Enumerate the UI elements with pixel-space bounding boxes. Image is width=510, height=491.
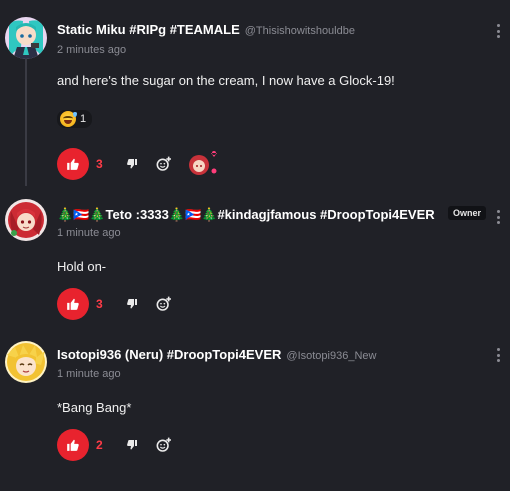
display-name[interactable]: 🎄🇵🇷🎄Teto :3333🎄🇵🇷🎄#kindagjfamous #DroopT…	[57, 207, 435, 223]
like-count: 3	[96, 157, 103, 171]
thumbs-down-icon	[127, 299, 137, 309]
thumbs-down-icon	[127, 440, 137, 450]
dislike-button[interactable]	[124, 156, 140, 172]
comment-actions: 3	[57, 288, 173, 320]
more-vertical-icon	[496, 210, 500, 213]
display-name[interactable]: Isotopi936 (Neru) #DroopTopi4EVER	[57, 347, 281, 362]
comment-actions: 2	[57, 429, 173, 461]
thumbs-down-icon	[127, 159, 137, 169]
comment-thread: Static Miku #RIPg #TEAMALE @Thisishowits…	[0, 0, 510, 491]
dislike-button[interactable]	[124, 296, 140, 312]
username[interactable]: @Isotopi936_New	[286, 350, 376, 362]
comment-header: Static Miku #RIPg #TEAMALE @Thisishowits…	[57, 22, 355, 37]
more-options-button[interactable]	[492, 347, 504, 363]
timestamp: 1 minute ago	[57, 368, 121, 380]
add-emoji-icon	[156, 296, 171, 311]
add-emoji-icon	[156, 156, 171, 171]
like-button[interactable]	[57, 148, 89, 180]
more-options-button[interactable]	[492, 209, 504, 225]
more-vertical-icon	[496, 24, 500, 27]
avatar[interactable]	[5, 199, 47, 241]
timestamp: 1 minute ago	[57, 227, 121, 239]
like-button[interactable]	[57, 429, 89, 461]
like-button[interactable]	[57, 288, 89, 320]
comment-actions: 3	[57, 148, 219, 180]
add-reaction-button[interactable]	[155, 155, 173, 173]
add-reaction-button[interactable]	[155, 295, 173, 313]
more-options-button[interactable]	[492, 23, 504, 39]
add-emoji-icon	[156, 437, 171, 452]
username[interactable]: @Thisishowitshouldbe	[245, 25, 355, 37]
comment-header: Isotopi936 (Neru) #DroopTopi4EVER @Isoto…	[57, 347, 376, 362]
sticker-image	[187, 151, 219, 177]
like-count: 2	[96, 438, 103, 452]
comment-1: Static Miku #RIPg #TEAMALE @Thisishowits…	[0, 0, 510, 188]
like-count: 3	[96, 297, 103, 311]
comment-2: 🎄🇵🇷🎄Teto :3333🎄🇵🇷🎄#kindagjfamous #DroopT…	[0, 188, 510, 328]
thumbs-up-icon	[67, 158, 79, 170]
more-vertical-icon	[496, 348, 500, 351]
reaction-chip[interactable]: 1	[57, 110, 93, 128]
comment-body: *Bang Bang*	[57, 400, 132, 415]
dislike-button[interactable]	[124, 437, 140, 453]
comment-3: Isotopi936 (Neru) #DroopTopi4EVER @Isoto…	[0, 328, 510, 491]
avatar[interactable]	[5, 341, 47, 383]
avatar[interactable]	[5, 17, 47, 59]
timestamp: 2 minutes ago	[57, 44, 127, 56]
thumbs-up-icon	[67, 298, 79, 310]
thumbs-up-icon	[67, 439, 79, 451]
comment-body: and here's the sugar on the cream, I now…	[57, 73, 395, 88]
sweat-smile-emoji	[60, 111, 77, 127]
owner-badge: Owner	[448, 206, 487, 220]
display-name[interactable]: Static Miku #RIPg #TEAMALE	[57, 22, 240, 37]
comment-header: 🎄🇵🇷🎄Teto :3333🎄🇵🇷🎄#kindagjfamous #DroopT…	[57, 207, 435, 223]
comment-body: Hold on-	[57, 259, 107, 274]
add-reaction-button[interactable]	[155, 436, 173, 454]
reaction-count: 1	[80, 113, 87, 125]
